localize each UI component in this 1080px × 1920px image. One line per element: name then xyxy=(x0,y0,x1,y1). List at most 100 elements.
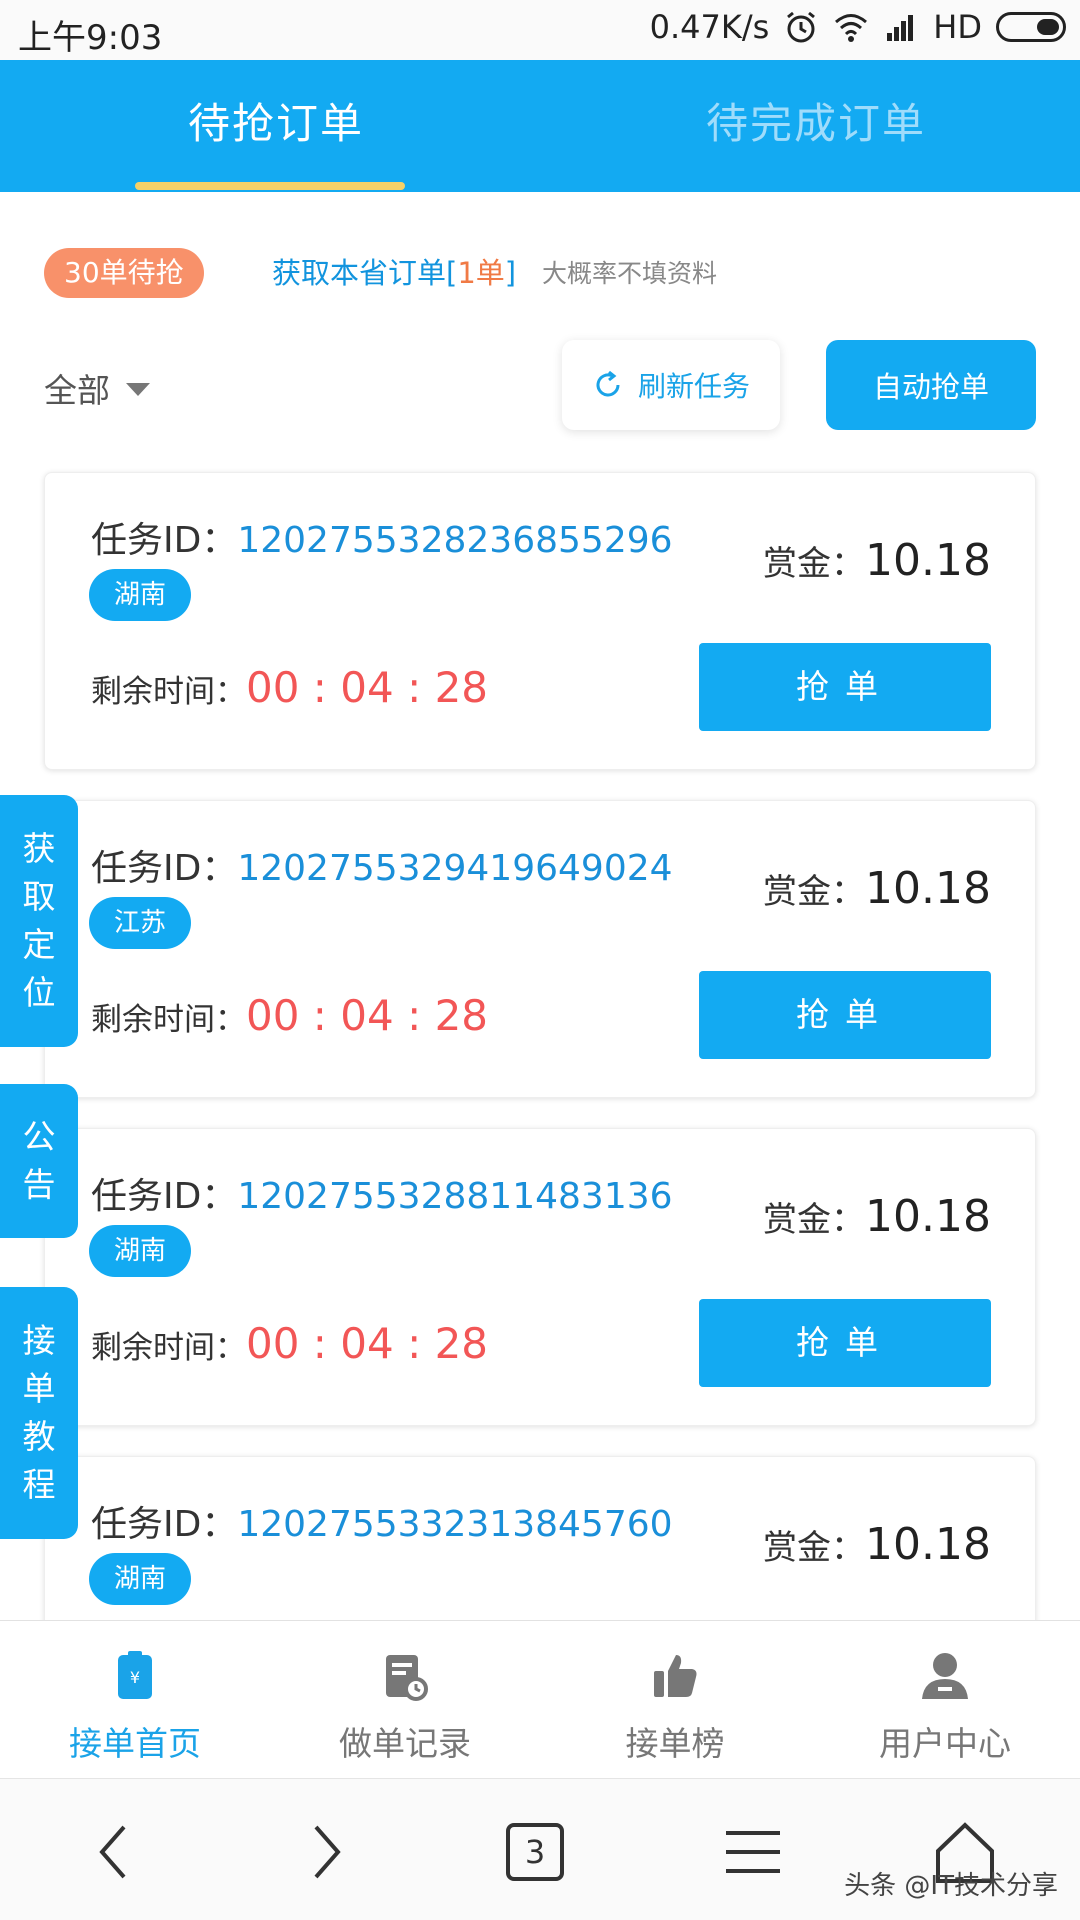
side-tab-char: 获 xyxy=(22,829,56,868)
task-card: 任务ID：1202755328236855296 湖南 赏金：10.18 剩余时… xyxy=(44,472,1036,770)
reward-label: 赏金： xyxy=(763,1528,866,1568)
status-bar: 上午9:03 0.47K/s HD xyxy=(0,0,1080,60)
get-location-tab[interactable]: 获 取 定 位 xyxy=(0,795,78,1047)
side-tab-char: 告 xyxy=(22,1165,56,1204)
task-id-label: 任务ID： xyxy=(91,1176,238,1217)
signal-icon xyxy=(887,15,914,41)
tabs-button[interactable]: 3 xyxy=(506,1823,564,1881)
order-list-area: 30单待抢 获取本省订单[1单] 大概率不填资料 全部 刷新任务 自动抢单 任务… xyxy=(0,192,1080,1620)
remaining-time-label: 剩余时间： xyxy=(91,674,246,710)
pending-count-badge: 30单待抢 xyxy=(44,248,204,298)
refresh-label: 刷新任务 xyxy=(637,370,750,403)
task-id: 任务ID：1202755328236855296 xyxy=(91,511,673,563)
network-type: HD xyxy=(933,8,982,46)
filter-dropdown[interactable]: 全部 xyxy=(44,364,150,412)
task-id: 任务ID：1202755329419649024 xyxy=(91,839,673,891)
filter-label: 全部 xyxy=(44,371,110,410)
side-tab-char: 程 xyxy=(22,1465,56,1504)
reward-value: 10.18 xyxy=(865,863,991,914)
remaining-time: 剩余时间：00 : 04 : 28 xyxy=(91,1319,488,1368)
side-tab-char: 公 xyxy=(22,1117,56,1156)
side-tab-char: 教 xyxy=(22,1417,56,1456)
grab-order-button[interactable]: 抢单 xyxy=(699,971,991,1059)
task-id-label: 任务ID： xyxy=(91,1504,238,1545)
task-id-value: 1202755328236855296 xyxy=(237,520,673,561)
side-tab-char: 取 xyxy=(22,877,56,916)
remaining-time-label: 剩余时间： xyxy=(91,1330,246,1366)
announcement-tab[interactable]: 公 告 xyxy=(0,1084,78,1238)
task-id-label: 任务ID： xyxy=(91,520,238,561)
remaining-time: 剩余时间：00 : 04 : 28 xyxy=(91,991,488,1040)
nav-label: 接单首页 xyxy=(69,1724,201,1763)
tab-count: 3 xyxy=(524,1833,546,1871)
province-link-suffix: ] xyxy=(504,256,517,290)
task-id: 任务ID：1202755328811483136 xyxy=(91,1167,673,1219)
reward-label: 赏金： xyxy=(763,544,866,584)
task-id: 任务ID：1202755332313845760 xyxy=(91,1495,673,1547)
region-badge: 江苏 xyxy=(89,897,191,949)
task-id-label: 任务ID： xyxy=(91,848,238,889)
nav-user-center[interactable]: 用户中心 xyxy=(810,1621,1080,1779)
chevron-down-icon xyxy=(126,382,150,396)
region-badge: 湖南 xyxy=(89,1225,191,1277)
reward: 赏金：10.18 xyxy=(763,1191,991,1242)
side-tab-char: 位 xyxy=(22,973,56,1012)
side-tab-char: 接 xyxy=(22,1321,56,1360)
refresh-icon xyxy=(596,370,620,397)
tab-incomplete-orders[interactable]: 待完成订单 xyxy=(706,90,926,151)
order-tutorial-tab[interactable]: 接 单 教 程 xyxy=(0,1287,78,1539)
system-navigation-bar: 3 头条 @IT技术分享 xyxy=(0,1778,1080,1920)
reward-label: 赏金： xyxy=(763,1200,866,1240)
side-tab-char: 定 xyxy=(22,925,56,964)
nav-label: 接单榜 xyxy=(625,1724,725,1763)
countdown-value: 00 : 04 : 28 xyxy=(246,663,489,712)
task-card: 任务ID：1202755332313845760 湖南 赏金：10.18 xyxy=(44,1456,1036,1620)
network-speed: 0.47K/s xyxy=(649,8,770,46)
grab-order-button[interactable]: 抢单 xyxy=(699,643,991,731)
task-id-value: 1202755329419649024 xyxy=(237,848,673,889)
nav-order-home[interactable]: ¥ 接单首页 xyxy=(0,1621,270,1779)
status-indicators: 0.47K/s HD xyxy=(650,8,1066,46)
nav-label: 做单记录 xyxy=(339,1724,471,1763)
province-link-prefix: 获取本省订单[ xyxy=(272,256,458,290)
watermark: 头条 @IT技术分享 xyxy=(844,1871,1058,1901)
back-icon[interactable] xyxy=(80,1817,150,1887)
remaining-time: 剩余时间：00 : 04 : 28 xyxy=(91,663,488,712)
reward: 赏金：10.18 xyxy=(763,535,991,586)
order-tabs: 待抢订单 待完成订单 xyxy=(0,60,1080,192)
nav-label: 用户中心 xyxy=(879,1724,1011,1763)
wifi-icon xyxy=(835,14,868,42)
reward-value: 10.18 xyxy=(865,1519,991,1570)
thumbs-up-icon xyxy=(654,1655,697,1697)
user-icon xyxy=(922,1653,968,1699)
order-home-icon: ¥ xyxy=(118,1651,152,1699)
battery-icon xyxy=(996,12,1066,42)
task-id-value: 1202755332313845760 xyxy=(237,1504,673,1545)
reward: 赏金：10.18 xyxy=(763,863,991,914)
tab-pending-orders[interactable]: 待抢订单 xyxy=(188,90,364,151)
reward: 赏金：10.18 xyxy=(763,1519,991,1570)
region-badge: 湖南 xyxy=(89,569,191,621)
nav-leaderboard[interactable]: 接单榜 xyxy=(540,1621,810,1779)
reward-value: 10.18 xyxy=(865,1191,991,1242)
refresh-tasks-button[interactable]: 刷新任务 xyxy=(562,340,780,430)
region-badge: 湖南 xyxy=(89,1553,191,1605)
task-card: 任务ID：1202755329419649024 江苏 赏金：10.18 剩余时… xyxy=(44,800,1036,1098)
remaining-time-label: 剩余时间： xyxy=(91,1002,246,1038)
nav-order-records[interactable]: 做单记录 xyxy=(270,1621,540,1779)
province-hint: 大概率不填资料 xyxy=(542,259,718,288)
province-order-count: 1单 xyxy=(457,256,505,290)
menu-icon[interactable] xyxy=(718,1817,788,1887)
active-tab-indicator xyxy=(135,182,405,190)
province-orders-link[interactable]: 获取本省订单[1单] xyxy=(272,250,516,292)
bottom-navigation: ¥ 接单首页 做单记录 接单榜 用户中心 xyxy=(0,1620,1080,1778)
task-card: 任务ID：1202755328811483136 湖南 赏金：10.18 剩余时… xyxy=(44,1128,1036,1426)
status-time: 上午9:03 xyxy=(18,18,163,58)
countdown-value: 00 : 04 : 28 xyxy=(246,1319,489,1368)
task-id-value: 1202755328811483136 xyxy=(237,1176,673,1217)
grab-order-button[interactable]: 抢单 xyxy=(699,1299,991,1387)
forward-icon[interactable] xyxy=(290,1817,360,1887)
countdown-value: 00 : 04 : 28 xyxy=(246,991,489,1040)
record-icon xyxy=(386,1655,428,1701)
auto-grab-button[interactable]: 自动抢单 xyxy=(826,340,1036,430)
